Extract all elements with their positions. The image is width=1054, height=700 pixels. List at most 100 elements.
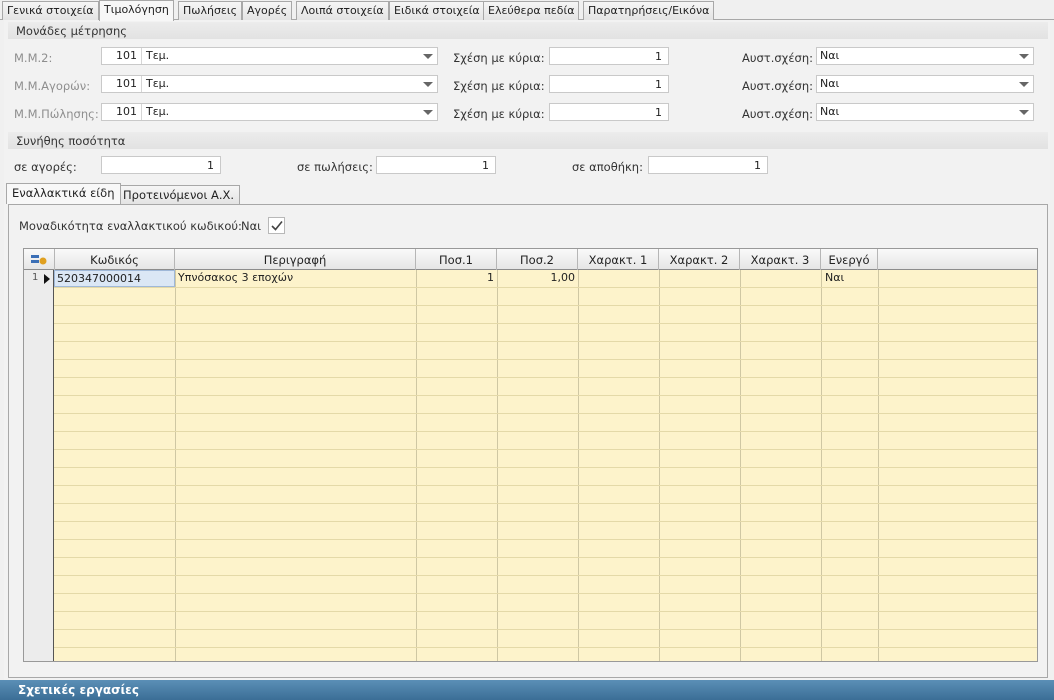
uom-sales-relation-label: Σχέση με κύρια:	[453, 107, 545, 121]
empty-table-row[interactable]	[54, 612, 1037, 630]
uom-purchases-unit: Τεμ.	[146, 77, 170, 90]
empty-table-row[interactable]	[54, 486, 1037, 504]
empty-table-row[interactable]	[54, 360, 1037, 378]
qty-sales-label: σε πωλήσεις:	[297, 160, 373, 174]
uom-sales-code: 101	[102, 104, 142, 120]
col-code[interactable]: Κωδικός	[55, 249, 175, 270]
cell-active[interactable]: Ναι	[825, 271, 844, 284]
uom-sales-label: Μ.Μ.Πώλησης:	[14, 107, 99, 121]
uom-sales-combo[interactable]: 101 Τεμ.	[101, 103, 438, 121]
alternative-items-grid: Κωδικός Περιγραφή Ποσ.1 Ποσ.2 Χαρακτ. 1 …	[23, 248, 1038, 662]
cell-qty2[interactable]: 1,00	[497, 271, 576, 284]
qty-storage-input[interactable]: 1	[648, 156, 768, 174]
grid-header: Κωδικός Περιγραφή Ποσ.1 Ποσ.2 Χαρακτ. 1 …	[24, 249, 1037, 270]
col-qty2[interactable]: Ποσ.2	[497, 249, 578, 270]
uom2-unit: Τεμ.	[146, 49, 170, 62]
uom2-strict-combo[interactable]: Ναι	[816, 47, 1034, 65]
current-row-icon	[44, 274, 50, 284]
tab-purchases[interactable]: Αγορές	[242, 1, 293, 20]
chevron-down-icon[interactable]	[423, 54, 433, 59]
empty-table-row[interactable]	[54, 576, 1037, 594]
chevron-down-icon[interactable]	[1019, 54, 1029, 59]
uom-sales-relation-input[interactable]: 1	[549, 103, 669, 121]
qty-storage-label: σε αποθήκη:	[572, 160, 643, 174]
units-section-title: Μονάδες μέτρησης	[8, 22, 1048, 39]
uom2-strict-value: Ναι	[820, 49, 840, 62]
chevron-down-icon[interactable]	[423, 82, 433, 87]
col-char3[interactable]: Χαρακτ. 3	[740, 249, 821, 270]
empty-table-row[interactable]	[54, 450, 1037, 468]
uom2-relation-label: Σχέση με κύρια:	[453, 51, 545, 65]
chevron-down-icon[interactable]	[1019, 82, 1029, 87]
chevron-down-icon[interactable]	[1019, 110, 1029, 115]
cell-description[interactable]: Υπνόσακος 3 εποχών	[178, 271, 293, 284]
row-indicator-column: 1	[24, 270, 54, 661]
tab-sales[interactable]: Πωλήσεις	[178, 1, 243, 20]
uom2-combo[interactable]: 101 Τεμ.	[101, 47, 438, 65]
uom-sales-strict-combo[interactable]: Ναι	[816, 103, 1034, 121]
uom-sales-strict-value: Ναι	[820, 105, 840, 118]
tab-suggested-items[interactable]: Προτεινόμενοι Α.Χ.	[117, 185, 241, 204]
tab-general[interactable]: Γενικά στοιχεία	[2, 1, 99, 20]
uom-purchases-relation-input[interactable]: 1	[549, 75, 669, 93]
empty-table-row[interactable]	[54, 504, 1037, 522]
tab-other[interactable]: Λοιπά στοιχεία	[296, 1, 389, 20]
tab-alternative-items[interactable]: Εναλλακτικά είδη	[6, 183, 121, 204]
col-description[interactable]: Περιγραφή	[175, 249, 416, 270]
uom-purchases-strict-label: Αυστ.σχέση:	[742, 79, 813, 93]
uom-purchases-strict-value: Ναι	[820, 77, 840, 90]
uom2-strict-label: Αυστ.σχέση:	[742, 51, 813, 65]
cell-code[interactable]: 520347000014	[57, 272, 141, 285]
uom-purchases-code: 101	[102, 76, 142, 92]
tab-free-fields[interactable]: Ελεύθερα πεδία	[483, 1, 580, 20]
col-char2[interactable]: Χαρακτ. 2	[659, 249, 740, 270]
uom-purchases-relation-label: Σχέση με κύρια:	[453, 79, 545, 93]
col-qty1[interactable]: Ποσ.1	[416, 249, 497, 270]
col-active[interactable]: Ενεργό	[821, 249, 878, 270]
empty-table-row[interactable]	[54, 342, 1037, 360]
uom2-code: 101	[102, 48, 142, 64]
empty-table-row[interactable]	[54, 558, 1037, 576]
col-char1[interactable]: Χαρακτ. 1	[578, 249, 659, 270]
empty-table-row[interactable]	[54, 468, 1037, 486]
empty-table-row[interactable]	[54, 540, 1037, 558]
table-row[interactable]: 520347000014 Υπνόσακος 3 εποχών 1 1,00 Ν…	[54, 270, 1037, 288]
empty-table-row[interactable]	[54, 630, 1037, 648]
uom-purchases-strict-combo[interactable]: Ναι	[816, 75, 1034, 93]
uom-sales-unit: Τεμ.	[146, 105, 170, 118]
qty-purchases-label: σε αγορές:	[14, 160, 77, 174]
empty-table-row[interactable]	[54, 396, 1037, 414]
empty-table-row[interactable]	[54, 432, 1037, 450]
uniqueness-label: Μοναδικότητα εναλλακτικού κωδικού:	[19, 219, 242, 233]
empty-table-row[interactable]	[54, 306, 1037, 324]
chevron-down-icon[interactable]	[423, 110, 433, 115]
uom-sales-strict-label: Αυστ.σχέση:	[742, 107, 813, 121]
row-number: 1	[32, 272, 39, 283]
cell-qty1[interactable]: 1	[416, 271, 494, 284]
column-chooser-icon[interactable]	[24, 249, 55, 270]
related-tasks-bar[interactable]: Σχετικές εργασίες	[0, 680, 1054, 700]
empty-table-row[interactable]	[54, 378, 1037, 396]
empty-table-row[interactable]	[54, 648, 1037, 661]
empty-table-row[interactable]	[54, 324, 1037, 342]
pricing-panel: Μονάδες μέτρησης Μ.Μ.2: 101 Τεμ. Σχέση μ…	[4, 20, 1050, 680]
empty-table-row[interactable]	[54, 522, 1037, 540]
col-filler	[878, 249, 1019, 270]
uom2-label: Μ.Μ.2:	[14, 51, 53, 65]
qty-section-title: Συνήθης ποσότητα	[8, 132, 1048, 149]
uom2-relation-input[interactable]: 1	[549, 47, 669, 65]
empty-table-row[interactable]	[54, 414, 1037, 432]
uniqueness-checkbox[interactable]	[268, 217, 285, 234]
qty-purchases-input[interactable]: 1	[101, 156, 221, 174]
empty-table-row[interactable]	[54, 288, 1037, 306]
tab-pricing[interactable]: Τιμολόγηση	[99, 0, 174, 21]
check-icon	[271, 220, 283, 231]
alternative-items-panel: Μοναδικότητα εναλλακτικού κωδικού: Ναι Κ…	[8, 204, 1048, 678]
uom-purchases-label: Μ.Μ.Αγορών:	[14, 79, 91, 93]
tab-special[interactable]: Ειδικά στοιχεία	[389, 1, 485, 20]
uom-purchases-combo[interactable]: 101 Τεμ.	[101, 75, 438, 93]
qty-sales-input[interactable]: 1	[376, 156, 496, 174]
tab-notes-image[interactable]: Παρατηρήσεις/Εικόνα	[583, 1, 715, 20]
empty-table-row[interactable]	[54, 594, 1037, 612]
uniqueness-value: Ναι	[241, 219, 262, 233]
